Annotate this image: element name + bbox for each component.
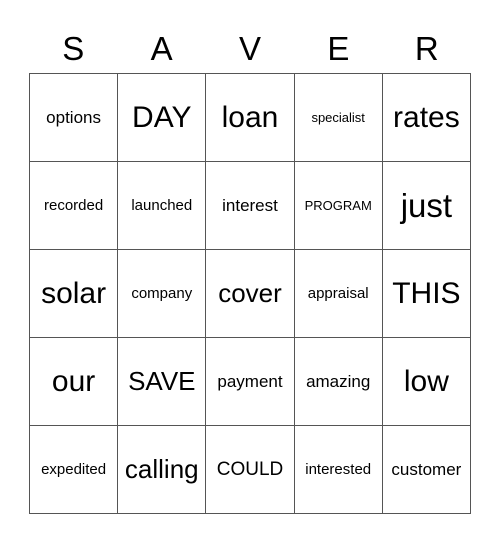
- bingo-cell[interactable]: solar: [30, 250, 119, 338]
- header-letter: V: [239, 30, 262, 67]
- bingo-cell[interactable]: our: [30, 338, 119, 426]
- bingo-cell[interactable]: options: [30, 74, 119, 162]
- bingo-cell[interactable]: COULD: [206, 426, 295, 514]
- bingo-cell[interactable]: payment: [206, 338, 295, 426]
- header-letter: E: [327, 30, 350, 67]
- bingo-cell[interactable]: interested: [294, 426, 383, 514]
- bingo-grid: options DAY loan specialist rates record…: [29, 73, 471, 514]
- bingo-cell[interactable]: company: [118, 250, 207, 338]
- bingo-cell[interactable]: low: [382, 338, 471, 426]
- header-letter: S: [62, 30, 85, 67]
- header-letter: A: [150, 30, 173, 67]
- bingo-cell[interactable]: THIS: [382, 250, 471, 338]
- bingo-cell[interactable]: recorded: [30, 162, 119, 250]
- bingo-cell[interactable]: just: [382, 162, 471, 250]
- bingo-cell[interactable]: PROGRAM: [294, 162, 383, 250]
- bingo-header: S A V E R: [29, 28, 471, 70]
- bingo-cell[interactable]: appraisal: [294, 250, 383, 338]
- bingo-cell[interactable]: interest: [206, 162, 295, 250]
- bingo-cell[interactable]: amazing: [294, 338, 383, 426]
- bingo-cell[interactable]: rates: [382, 74, 471, 162]
- bingo-cell[interactable]: calling: [118, 426, 207, 514]
- bingo-cell[interactable]: DAY: [118, 74, 207, 162]
- bingo-cell[interactable]: SAVE: [118, 338, 207, 426]
- bingo-cell[interactable]: cover: [206, 250, 295, 338]
- header-letter: R: [414, 30, 439, 67]
- bingo-cell[interactable]: specialist: [294, 74, 383, 162]
- bingo-cell[interactable]: expedited: [30, 426, 119, 514]
- bingo-cell[interactable]: launched: [118, 162, 207, 250]
- bingo-cell[interactable]: loan: [206, 74, 295, 162]
- bingo-cell[interactable]: customer: [382, 426, 471, 514]
